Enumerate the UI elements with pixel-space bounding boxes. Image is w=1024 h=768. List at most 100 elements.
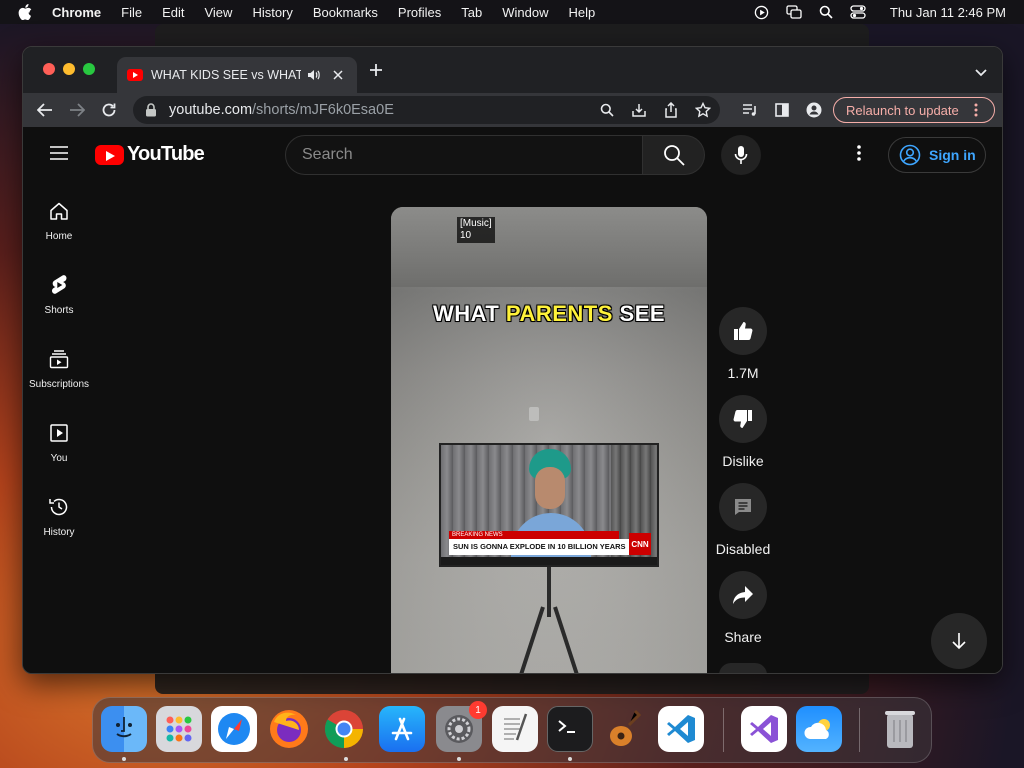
reload-icon[interactable] xyxy=(99,100,119,120)
screen-mirroring-icon[interactable] xyxy=(786,4,802,20)
visual-studio-code-icon[interactable] xyxy=(658,706,704,752)
chrome-menu-dots-icon[interactable] xyxy=(974,103,986,117)
share-page-icon[interactable] xyxy=(662,101,680,119)
media-controls-icon[interactable] xyxy=(741,101,759,119)
voice-search-button[interactable] xyxy=(721,135,761,175)
microphone-icon xyxy=(734,146,748,164)
zoom-window-button[interactable] xyxy=(83,63,95,75)
launchpad-icon[interactable] xyxy=(156,706,202,752)
dislike-button[interactable] xyxy=(719,395,767,443)
menu-tab[interactable]: Tab xyxy=(461,5,482,20)
dock-running-indicator xyxy=(568,757,572,761)
sidebar-item-shorts[interactable]: Shorts xyxy=(23,257,95,331)
profile-avatar-icon[interactable] xyxy=(805,101,823,119)
overlay-text-highlight: PARENTS xyxy=(505,301,613,326)
app-store-icon[interactable] xyxy=(379,706,425,752)
your-channel-icon xyxy=(47,421,71,445)
spotlight-search-icon[interactable] xyxy=(818,4,834,20)
menu-help[interactable]: Help xyxy=(569,5,596,20)
menu-file[interactable]: File xyxy=(121,5,142,20)
menu-edit[interactable]: Edit xyxy=(162,5,184,20)
safari-icon[interactable] xyxy=(211,706,257,752)
dock-running-indicator xyxy=(122,757,126,761)
menu-profiles[interactable]: Profiles xyxy=(398,5,441,20)
close-window-button[interactable] xyxy=(43,63,55,75)
media-play-icon[interactable] xyxy=(754,4,770,20)
dislike-label: Dislike xyxy=(722,453,764,469)
comments-button[interactable] xyxy=(719,483,767,531)
system-settings-gear-icon[interactable]: 1 xyxy=(436,701,487,752)
dock-running-indicator xyxy=(457,757,461,761)
visual-studio-icon[interactable] xyxy=(741,706,787,752)
sidebar-item-history[interactable]: History xyxy=(23,479,95,553)
active-tab[interactable]: WHAT KIDS SEE vs WHAT P xyxy=(117,57,357,93)
caption-line: 10 xyxy=(460,230,472,241)
site-info-lock-icon[interactable] xyxy=(145,103,159,117)
trash-icon[interactable] xyxy=(877,706,923,752)
url-path: /shorts/mJF6k0Esa0E xyxy=(252,102,394,118)
sidebar-item-label: You xyxy=(50,453,68,464)
tab-search-chevron-icon[interactable] xyxy=(974,65,988,79)
tab-audio-speaker-icon[interactable] xyxy=(307,69,321,81)
textedit-icon[interactable] xyxy=(492,706,538,752)
share-arrow-icon xyxy=(733,586,753,604)
menu-view[interactable]: View xyxy=(204,5,232,20)
relaunch-to-update-button[interactable]: Relaunch to update xyxy=(833,97,995,123)
notification-badge: 1 xyxy=(469,701,487,719)
minimize-window-button[interactable] xyxy=(63,63,75,75)
sidebar-item-you[interactable]: You xyxy=(23,405,95,479)
firefox-icon[interactable] xyxy=(266,706,312,752)
subscriptions-icon xyxy=(47,347,71,371)
like-count: 1.7M xyxy=(727,365,759,381)
garageband-guitar-icon[interactable] xyxy=(602,706,648,752)
sidebar-item-home[interactable]: Home xyxy=(23,183,95,257)
settings-kebab-icon[interactable] xyxy=(853,145,865,165)
home-icon xyxy=(47,199,71,223)
menu-history[interactable]: History xyxy=(252,5,292,20)
share-button[interactable] xyxy=(719,571,767,619)
side-panel-icon[interactable] xyxy=(773,101,791,119)
apple-menu-icon[interactable] xyxy=(18,4,36,20)
comment-icon xyxy=(735,499,751,515)
zoom-search-icon[interactable] xyxy=(598,101,616,119)
sign-in-button[interactable]: Sign in xyxy=(888,137,986,173)
forward-arrow-icon[interactable] xyxy=(67,100,87,120)
address-bar[interactable]: youtube.com/shorts/mJF6k0Esa0E xyxy=(133,96,720,124)
next-video-button[interactable] xyxy=(931,613,987,669)
relaunch-label: Relaunch to update xyxy=(846,102,959,118)
tab-close-icon[interactable] xyxy=(331,70,345,80)
news-headline-chyron: SUN IS GONNA EXPLODE IN 10 BILLION YEARS xyxy=(449,539,629,555)
menu-app-chrome[interactable]: Chrome xyxy=(52,5,101,20)
menu-bookmarks[interactable]: Bookmarks xyxy=(313,5,378,20)
bookmark-star-icon[interactable] xyxy=(694,101,712,119)
weather-icon[interactable] xyxy=(796,706,842,752)
thumbs-up-icon xyxy=(734,322,753,340)
video-overlay-title: WHAT PARENTS SEE xyxy=(391,301,707,327)
search-icon xyxy=(663,145,685,166)
hamburger-menu-icon[interactable] xyxy=(49,145,69,161)
like-button[interactable] xyxy=(719,307,767,355)
youtube-logo[interactable]: YouTube xyxy=(95,143,205,166)
control-center-icon[interactable] xyxy=(850,4,866,20)
tab-title: WHAT KIDS SEE vs WHAT P xyxy=(151,68,301,82)
search-input[interactable] xyxy=(302,146,602,164)
account-circle-icon xyxy=(899,144,921,166)
menu-window[interactable]: Window xyxy=(502,5,548,20)
news-anchor-head xyxy=(535,467,565,509)
arrow-down-icon xyxy=(952,633,966,650)
more-actions-button[interactable] xyxy=(719,663,767,673)
install-app-icon[interactable] xyxy=(630,101,648,119)
back-arrow-icon[interactable] xyxy=(35,100,55,120)
search-button[interactable] xyxy=(643,135,705,175)
google-chrome-icon[interactable] xyxy=(321,706,367,752)
finder-icon[interactable] xyxy=(101,706,147,752)
sidebar-item-subscriptions[interactable]: Subscriptions xyxy=(23,331,95,405)
url-host: youtube.com xyxy=(169,102,253,118)
sidebar-item-label: Shorts xyxy=(44,305,74,316)
share-action: Share xyxy=(717,571,769,645)
menubar-clock[interactable]: Thu Jan 11 2:46 PM xyxy=(890,5,1006,20)
terminal-icon[interactable] xyxy=(547,706,593,752)
dislike-action: Dislike xyxy=(717,395,769,469)
new-tab-plus-icon[interactable] xyxy=(369,63,385,79)
shorts-video-player[interactable]: [Music] 10 WHAT PARENTS SEE BREAKING NEW… xyxy=(391,207,707,673)
